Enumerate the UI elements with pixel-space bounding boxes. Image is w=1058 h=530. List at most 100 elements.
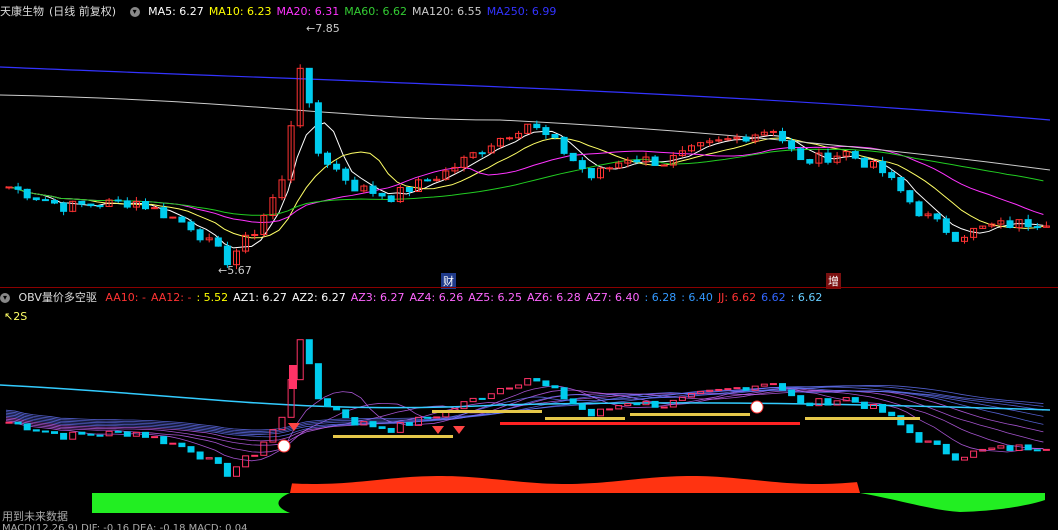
obv-candle (915, 432, 923, 443)
obv-candle (60, 432, 68, 440)
support-bar (333, 435, 453, 438)
candle (96, 205, 104, 208)
obv-candle (1006, 445, 1014, 451)
fan-line (5, 389, 1044, 438)
obv-candle (569, 398, 577, 405)
obv-candle (69, 431, 77, 440)
candle (551, 134, 559, 138)
obv-candle (378, 426, 386, 429)
obv-candle (342, 409, 350, 419)
indicator-value-2: : 5.52 (196, 291, 229, 304)
support-bar (805, 417, 920, 420)
obv-candle (660, 406, 668, 409)
candle (633, 159, 641, 163)
candle (506, 137, 513, 140)
obv-candle (5, 421, 13, 424)
candle (860, 157, 868, 168)
indicator-name[interactable]: OBV量价多空驱 (19, 291, 97, 304)
ma-value-2: MA20: 6.31 (276, 5, 340, 18)
obv-candle (524, 378, 532, 386)
candle (369, 185, 377, 194)
candle (578, 160, 586, 170)
obv-candle (23, 423, 31, 431)
candle (214, 237, 222, 247)
candle (196, 229, 204, 241)
candle (797, 148, 805, 161)
obv-candle (187, 446, 195, 453)
obv-candle (1015, 444, 1023, 451)
candle (123, 200, 131, 208)
obv-candle (879, 404, 887, 413)
ma-value-1: MA10: 6.23 (208, 5, 272, 18)
bear-area-left (92, 493, 290, 513)
obv-candle (169, 442, 177, 445)
obv-candle (51, 431, 58, 434)
obv-candle (779, 383, 786, 391)
candle (1024, 219, 1032, 228)
obv-candle (760, 383, 768, 387)
obv-candle (214, 457, 222, 464)
candle (187, 221, 195, 231)
obv-candle (606, 408, 614, 411)
obv-candle (1033, 449, 1041, 452)
candlestick-chart[interactable] (0, 20, 1058, 290)
candle (223, 245, 231, 266)
obv-candle (1042, 448, 1050, 451)
obv-candle (961, 456, 968, 461)
obv-candle (560, 387, 568, 400)
candle (405, 187, 413, 193)
candle (769, 130, 777, 133)
obv-candle (196, 451, 204, 460)
candle (942, 218, 950, 233)
obv-candle (551, 385, 559, 389)
candle (178, 216, 186, 223)
main-chart-header: 天康生物 (日线 前复权) ▾ MA5: 6.27 MA10: 6.23 MA20: … (0, 4, 1058, 20)
obv-candle (615, 405, 623, 410)
candle (906, 190, 914, 203)
candle (333, 163, 341, 170)
obv-candle (78, 431, 86, 435)
candle (32, 197, 40, 201)
obv-candle (824, 398, 832, 406)
candle (879, 160, 887, 174)
obv-candle (251, 454, 259, 457)
obv-candle (123, 431, 131, 437)
candle (478, 152, 486, 155)
obv-candle (587, 408, 595, 417)
candle (387, 195, 395, 203)
candle (142, 201, 149, 210)
obv-candle (806, 402, 814, 407)
indicator-value-1: AA12: - (150, 291, 192, 304)
ma-value-4: MA120: 6.55 (411, 5, 482, 18)
ma250-line (0, 66, 1051, 121)
panel-menu-icon[interactable]: ▾ (0, 293, 10, 303)
obv-candle (769, 383, 777, 386)
obv-candle (997, 445, 1005, 449)
candle (351, 179, 359, 192)
obv-indicator-chart[interactable] (0, 305, 1058, 515)
ma-value-3: MA60: 6.62 (344, 5, 407, 18)
obv-candle (460, 401, 468, 410)
obv-candle (351, 417, 359, 426)
obv-candle (14, 421, 22, 425)
indicator-value-4: AZ2: 6.27 (291, 291, 346, 304)
indicator-value-10: : 6.28 (644, 291, 677, 304)
indicator-value-12: JJ: 6.62 (717, 291, 757, 304)
candle (378, 192, 386, 197)
chevron-down-icon[interactable]: ▾ (129, 7, 140, 17)
candle (788, 140, 796, 150)
volume-spike (289, 365, 297, 389)
obv-candle (260, 441, 268, 456)
stock-name[interactable]: 天康生物 (日线 前复权) (0, 5, 121, 18)
support-bar (630, 413, 750, 416)
obv-candle (506, 387, 513, 390)
obv-candle (487, 393, 495, 400)
obv-candle (733, 387, 741, 390)
obv-candle (142, 431, 149, 438)
obv-candle (542, 380, 550, 387)
ma-value-5: MA250: 6.99 (486, 5, 557, 18)
obv-candle (970, 450, 978, 458)
candle (5, 186, 13, 189)
red-signal-bar (500, 422, 800, 425)
panel-divider[interactable] (0, 287, 1058, 288)
